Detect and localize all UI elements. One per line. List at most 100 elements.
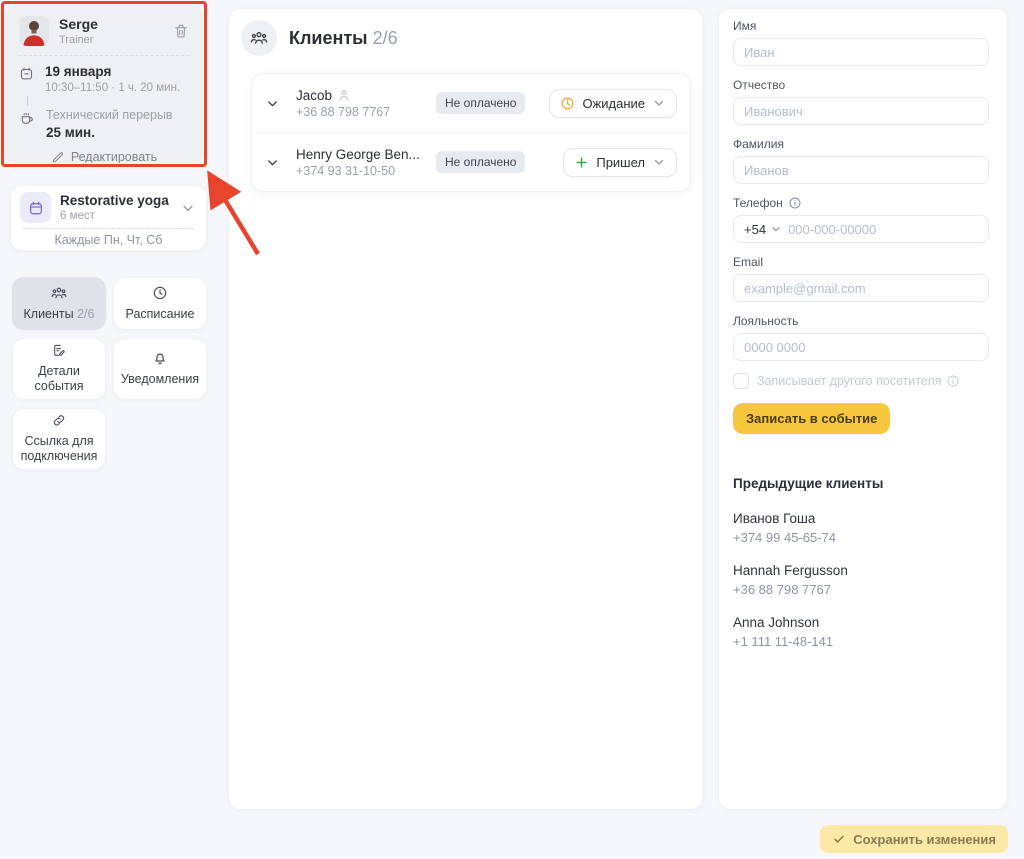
coffee-break-icon bbox=[19, 110, 35, 126]
tab-schedule-label: Расписание bbox=[126, 307, 195, 323]
info-icon bbox=[788, 196, 802, 210]
arrived-plus-icon bbox=[574, 155, 589, 170]
country-code-select[interactable]: +54 bbox=[734, 222, 788, 237]
phone-input[interactable] bbox=[788, 216, 988, 242]
phone-field: +54 bbox=[733, 215, 989, 243]
check-icon bbox=[832, 832, 846, 846]
sidebar-tab-notifications[interactable]: Уведомления bbox=[113, 338, 207, 400]
client-phone: +36 88 798 7767 bbox=[296, 105, 428, 119]
payment-status-badge: Не оплачено bbox=[436, 92, 525, 114]
divider bbox=[23, 228, 194, 229]
trash-icon bbox=[173, 23, 189, 39]
break-label: Технический перерыв bbox=[46, 108, 173, 122]
people-icon bbox=[250, 29, 268, 47]
payment-status-badge: Не оплачено bbox=[436, 151, 525, 173]
tab-clients-count: 2/6 bbox=[77, 307, 94, 321]
other-visitor-checkbox-label: Записывает другого посетителя bbox=[757, 374, 941, 388]
loyalty-label: Лояльность bbox=[733, 314, 987, 328]
client-phone: +374 93 31-10-50 bbox=[296, 164, 428, 178]
event-calendar-iconbox bbox=[20, 192, 51, 223]
calendar-icon bbox=[28, 200, 44, 216]
tab-event-details-label: Детали события bbox=[17, 364, 101, 395]
trainer-card: Serge Trainer 19 января 10:30–11:50 · 1 … bbox=[5, 5, 203, 163]
event-date: 19 января bbox=[45, 64, 180, 79]
previous-client-phone: +36 88 798 7767 bbox=[733, 582, 987, 597]
chevron-down-icon[interactable] bbox=[265, 155, 280, 170]
tab-clients-label: Клиенты bbox=[24, 307, 74, 321]
client-list: Jacob +36 88 798 7767 Не оплачено Ожидан… bbox=[251, 73, 691, 192]
email-input[interactable] bbox=[733, 274, 989, 302]
loyalty-input[interactable] bbox=[733, 333, 989, 361]
previous-client-phone: +374 99 45-65-74 bbox=[733, 530, 987, 545]
event-card: Restorative yoga 6 мест Каждые Пн, Чт, С… bbox=[10, 185, 207, 251]
attendance-status-dropdown[interactable]: Пришел bbox=[563, 148, 677, 177]
previous-client-name: Anna Johnson bbox=[733, 615, 987, 630]
enroll-button[interactable]: Записать в событие bbox=[733, 403, 890, 434]
calendar-icon bbox=[19, 66, 34, 81]
client-name: Henry George Ben... bbox=[296, 147, 420, 162]
link-icon bbox=[51, 413, 67, 428]
trainer-role: Trainer bbox=[59, 34, 98, 46]
sidebar-tab-connection-link[interactable]: Ссылка для подключения bbox=[12, 408, 106, 470]
tab-connection-link-label: Ссылка для подключения bbox=[17, 434, 101, 465]
first-name-label: Имя bbox=[733, 19, 987, 33]
timeline-connector bbox=[27, 96, 203, 106]
event-title: Restorative yoga bbox=[60, 193, 169, 208]
client-row: Henry George Ben... +374 93 31-10-50 Не … bbox=[252, 133, 690, 191]
pencil-icon bbox=[51, 150, 65, 163]
previous-client-name: Hannah Fergusson bbox=[733, 563, 987, 578]
delete-trainer-button[interactable] bbox=[171, 21, 191, 41]
page-title-text: Клиенты bbox=[289, 28, 368, 48]
previous-client-phone: +1 111 11-48-141 bbox=[733, 634, 987, 649]
phone-label: Телефон bbox=[733, 196, 783, 210]
trainer-name: Serge bbox=[59, 16, 98, 32]
middle-name-input[interactable] bbox=[733, 97, 989, 125]
waiting-clock-icon bbox=[560, 96, 575, 111]
person-icon bbox=[337, 88, 351, 102]
trainer-avatar bbox=[19, 16, 49, 46]
event-time: 10:30–11:50 · 1 ч. 20 мин. bbox=[45, 82, 180, 94]
sidebar-tab-clients[interactable]: Клиенты 2/6 bbox=[12, 277, 106, 330]
other-visitor-checkbox[interactable] bbox=[733, 373, 749, 389]
sidebar-tab-event-details[interactable]: Детали события bbox=[12, 338, 106, 400]
previous-client-name: Иванов Гоша bbox=[733, 511, 987, 526]
email-label: Email bbox=[733, 255, 987, 269]
save-changes-button[interactable]: Сохранить изменения bbox=[820, 825, 1008, 853]
new-client-form: Имя Отчество Фамилия Телефон +54 Email Л… bbox=[718, 8, 1008, 810]
clients-panel: Клиенты 2/6 Jacob +36 88 798 7767 Не опл… bbox=[228, 8, 703, 810]
edit-button[interactable]: Редактировать bbox=[51, 150, 157, 163]
save-changes-label: Сохранить изменения bbox=[853, 832, 996, 847]
divider bbox=[19, 55, 189, 56]
event-schedule: Каждые Пн, Чт, Сб bbox=[11, 233, 206, 247]
clock-icon bbox=[152, 285, 168, 301]
chevron-down-icon bbox=[770, 223, 782, 235]
break-value: 25 мин. bbox=[46, 125, 173, 140]
attendance-status-label: Ожидание bbox=[582, 96, 645, 111]
previous-client-item[interactable]: Anna Johnson +1 111 11-48-141 bbox=[733, 615, 987, 649]
document-edit-icon bbox=[51, 343, 67, 358]
last-name-label: Фамилия bbox=[733, 137, 987, 151]
chevron-down-icon[interactable] bbox=[180, 200, 196, 216]
client-name: Jacob bbox=[296, 88, 332, 103]
sidebar-tab-schedule[interactable]: Расписание bbox=[113, 277, 207, 330]
attendance-status-dropdown[interactable]: Ожидание bbox=[549, 89, 677, 118]
first-name-input[interactable] bbox=[733, 38, 989, 66]
chevron-down-icon bbox=[652, 96, 666, 110]
previous-client-item[interactable]: Иванов Гоша +374 99 45-65-74 bbox=[733, 511, 987, 545]
edit-button-label: Редактировать bbox=[71, 150, 157, 163]
people-icon bbox=[51, 285, 67, 301]
page-title: Клиенты 2/6 bbox=[289, 28, 398, 49]
last-name-input[interactable] bbox=[733, 156, 989, 184]
chevron-down-icon[interactable] bbox=[265, 96, 280, 111]
bell-icon bbox=[152, 350, 168, 366]
client-row: Jacob +36 88 798 7767 Не оплачено Ожидан… bbox=[252, 74, 690, 132]
previous-clients-title: Предыдущие клиенты bbox=[733, 476, 987, 491]
clients-header-iconbox bbox=[241, 20, 277, 56]
chevron-down-icon bbox=[652, 155, 666, 169]
middle-name-label: Отчество bbox=[733, 78, 987, 92]
event-seats: 6 мест bbox=[60, 210, 169, 222]
attendance-status-label: Пришел bbox=[596, 155, 645, 170]
previous-client-item[interactable]: Hannah Fergusson +36 88 798 7767 bbox=[733, 563, 987, 597]
tab-notifications-label: Уведомления bbox=[121, 372, 199, 388]
page-title-count: 2/6 bbox=[373, 28, 398, 48]
